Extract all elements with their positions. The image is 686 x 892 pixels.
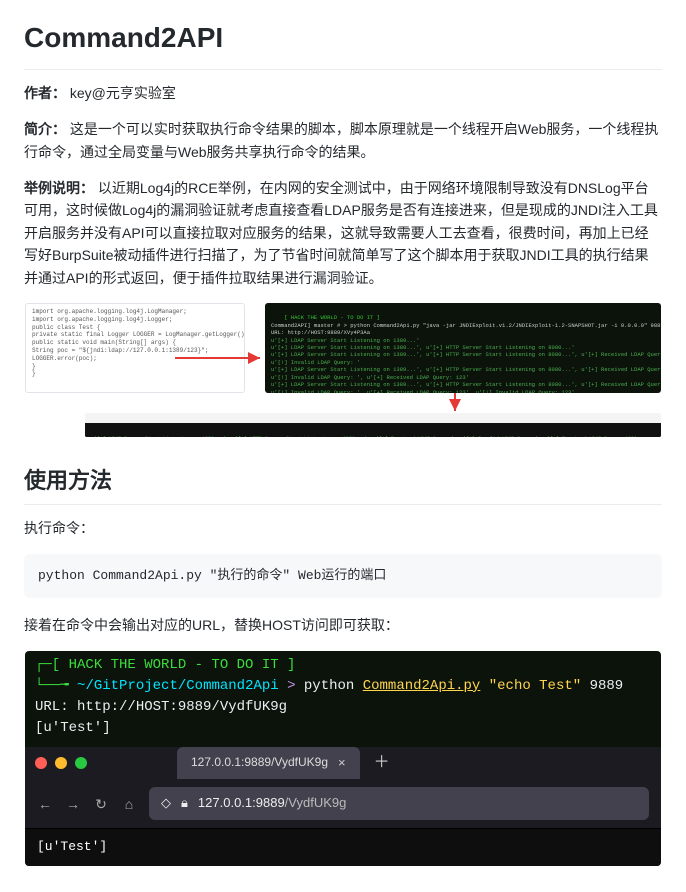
new-tab-button[interactable]: ＋: [374, 750, 390, 776]
demo-term-bracket-close: ]: [279, 657, 296, 673]
tab-close-icon[interactable]: ×: [338, 753, 346, 774]
author-value: key@元亨实验室: [70, 85, 176, 101]
nav-back-icon[interactable]: ←: [37, 793, 53, 815]
usage-run-label: 执行命令：: [24, 517, 662, 539]
demo-terminal: ┌─[ HACK THE WORLD - TO DO IT ] └──╼ ~/G…: [25, 651, 661, 747]
usage-after-text: 接着在命令中会输出对应的URL，替换HOST访问即可获取：: [24, 614, 662, 636]
window-minimize-icon[interactable]: [55, 757, 67, 769]
demo-term-banner: HACK THE WORLD - TO DO IT: [69, 657, 279, 673]
shield-icon[interactable]: ◇: [161, 793, 171, 814]
demo-term-cwd: ~/GitProject/Command2Api: [77, 678, 279, 694]
url-host: 127.0.0.1:9889: [198, 795, 285, 810]
nav-reload-icon[interactable]: ↻: [93, 793, 109, 815]
figure-result-bar: u'[+] LDAP Server Start Listening on 138…: [85, 413, 661, 437]
intro-label: 简介：: [24, 121, 66, 137]
example-line: 举例说明： 以近期Log4j的RCE举例，在内网的安全测试中，由于网络环境限制导…: [24, 177, 662, 289]
address-bar[interactable]: ◇ 🔒︎ 127.0.0.1:9889/VydfUK9g: [149, 787, 649, 820]
browser-tab-title: 127.0.0.1:9889/VydfUK9g: [191, 753, 328, 772]
demo-browser-window: 127.0.0.1:9889/VydfUK9g × ＋ ← → ↻ ⌂ ◇ 🔒︎…: [25, 747, 661, 866]
window-traffic-lights: [25, 749, 97, 777]
figure-terminal-panel: [ HACK THE WORLD - TO DO IT ] Command2AP…: [265, 303, 661, 393]
figure-terminal-output: u'[+] LDAP Server Start Listening on 138…: [271, 337, 661, 393]
nav-forward-icon[interactable]: →: [65, 793, 81, 815]
author-label: 作者：: [24, 85, 66, 101]
demo-term-arg: "echo Test": [480, 678, 581, 694]
figure-terminal-banner: [ HACK THE WORLD - TO DO IT ]: [284, 314, 380, 321]
figure-result-bar-text: u'[+] LDAP Server Start Listening on 138…: [85, 433, 661, 437]
window-zoom-icon[interactable]: [75, 757, 87, 769]
figure-source-code-panel: import org.apache.logging.log4j.LogManag…: [25, 303, 245, 393]
figure-terminal-prompt: Command2API] master # > python Command2A…: [271, 322, 661, 329]
example-label: 举例说明：: [24, 180, 94, 196]
demo-term-result-output: [u'Test']: [35, 718, 651, 739]
demo-term-prompt-prefix: └──╼: [35, 678, 77, 694]
usage-code-block: python Command2Api.py "执行的命令" Web运行的端口: [24, 554, 662, 599]
demo-term-filename: Command2Api.py: [363, 678, 481, 694]
figure-terminal-url: URL: http://HOST:9889/XVy4P3Aa: [271, 329, 370, 336]
demo-term-prompt-sep: >: [279, 678, 304, 694]
demo-term-cmd: python: [304, 678, 363, 694]
url-path: /VydfUK9g: [285, 795, 347, 810]
figure-architecture: import org.apache.logging.log4j.LogManag…: [25, 303, 661, 443]
demo-term-bracket: ┌─[: [35, 657, 69, 673]
browser-tab[interactable]: 127.0.0.1:9889/VydfUK9g ×: [177, 747, 360, 780]
lock-icon[interactable]: 🔒︎: [181, 793, 188, 814]
intro-line: 简介： 这是一个可以实时获取执行命令结果的脚本，脚本原理就是一个线程开启Web服…: [24, 118, 662, 163]
page-title: Command2API: [24, 16, 662, 70]
intro-text: 这是一个可以实时获取执行命令结果的脚本，脚本原理就是一个线程开启Web服务，一个…: [24, 121, 658, 159]
nav-home-icon[interactable]: ⌂: [121, 793, 137, 815]
author-line: 作者： key@元亨实验室: [24, 82, 662, 104]
window-close-icon[interactable]: [35, 757, 47, 769]
example-text: 以近期Log4j的RCE举例，在内网的安全测试中，由于网络环境限制导致没有DNS…: [24, 180, 658, 286]
demo-term-url-output: URL: http://HOST:9889/VydfUK9g: [35, 697, 651, 718]
demo-term-port: 9889: [581, 678, 623, 694]
figure-demo: ┌─[ HACK THE WORLD - TO DO IT ] └──╼ ~/G…: [25, 651, 661, 866]
browser-toolbar: ← → ↻ ⌂ ◇ 🔒︎ 127.0.0.1:9889/VydfUK9g: [25, 779, 661, 829]
browser-page-content: [u'Test']: [25, 829, 661, 866]
usage-heading: 使用方法: [24, 463, 662, 505]
